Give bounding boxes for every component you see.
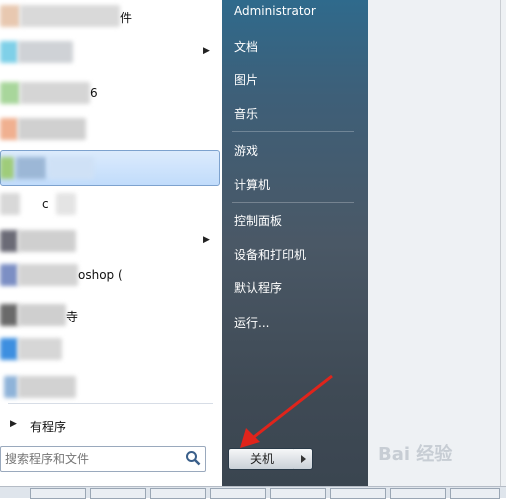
taskbar-button[interactable]: [390, 488, 446, 499]
taskbar-button[interactable]: [270, 488, 326, 499]
program-item[interactable]: [0, 376, 80, 398]
submenu-arrow-icon: ▶: [203, 46, 210, 56]
separator: [232, 131, 354, 132]
program-label: c: [42, 197, 49, 211]
devices-printers-link[interactable]: 设备和打印机: [234, 246, 306, 263]
program-item[interactable]: c: [0, 193, 80, 215]
games-link[interactable]: 游戏: [234, 142, 258, 159]
program-item[interactable]: [0, 118, 90, 140]
program-item[interactable]: [0, 338, 70, 360]
program-label: oshop (: [78, 268, 123, 282]
divider: [500, 0, 501, 490]
pictures-link[interactable]: 图片: [234, 71, 258, 88]
program-item[interactable]: [0, 157, 100, 179]
computer-link[interactable]: 计算机: [234, 176, 270, 193]
taskbar-button[interactable]: [150, 488, 206, 499]
taskbar-button[interactable]: [450, 488, 500, 499]
search-input[interactable]: [3, 450, 183, 468]
program-item[interactable]: 寺: [0, 304, 90, 326]
program-label: 寺: [66, 310, 79, 324]
red-arrow-annotation: [240, 374, 333, 448]
separator: [232, 202, 354, 203]
default-programs-link[interactable]: 默认程序: [234, 279, 282, 296]
start-menu: 件 ▶ 6 c ▶ oshop (寺 ▶ 有程序 搜索程序和文件 Admini…: [0, 0, 506, 499]
watermark: Bai 经验: [378, 444, 453, 465]
desktop-area: [368, 0, 506, 486]
triangle-right-icon: [301, 455, 306, 463]
all-programs-label: 有程序: [30, 420, 67, 434]
separator: [8, 403, 213, 404]
taskbar-button[interactable]: [90, 488, 146, 499]
program-item[interactable]: oshop (: [0, 264, 150, 286]
music-link[interactable]: 音乐: [234, 105, 258, 122]
documents-link[interactable]: 文档: [234, 38, 258, 55]
run-link[interactable]: 运行...: [234, 314, 269, 331]
triangle-icon: ▶: [10, 419, 17, 429]
all-programs-item[interactable]: ▶ 有程序: [0, 414, 100, 436]
taskbar-button[interactable]: [30, 488, 86, 499]
program-item[interactable]: ▶: [0, 41, 210, 63]
search-box[interactable]: [0, 446, 206, 472]
taskbar-button[interactable]: [330, 488, 386, 499]
program-item[interactable]: 6: [0, 82, 110, 104]
submenu-arrow-icon: ▶: [203, 235, 210, 245]
search-icon[interactable]: [185, 450, 201, 466]
program-item[interactable]: 件: [0, 5, 140, 27]
program-item[interactable]: ▶: [0, 230, 212, 252]
program-label: 件: [120, 11, 133, 25]
control-panel-link[interactable]: 控制面板: [234, 212, 282, 229]
taskbar-button[interactable]: [210, 488, 266, 499]
program-label: 6: [90, 86, 98, 100]
programs-pane: 件 ▶ 6 c ▶ oshop (寺 ▶ 有程序 搜索程序和文件: [0, 0, 222, 486]
user-name[interactable]: Administrator: [234, 4, 316, 18]
